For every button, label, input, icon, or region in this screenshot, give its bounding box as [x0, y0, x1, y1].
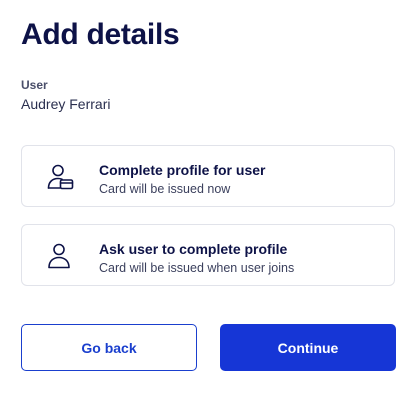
user-card-icon [47, 164, 74, 190]
option-title: Complete profile for user [99, 162, 266, 178]
user-name: Audrey Ferrari [21, 96, 111, 112]
user-icon [48, 243, 70, 269]
option-title: Ask user to complete profile [99, 241, 288, 257]
go-back-button[interactable]: Go back [21, 324, 197, 371]
user-label: User [21, 78, 48, 92]
option-ask-user[interactable]: Ask user to complete profile Card will b… [21, 224, 395, 286]
option-description: Card will be issued now [99, 182, 231, 196]
option-description: Card will be issued when user joins [99, 261, 295, 275]
page-title: Add details [21, 18, 180, 51]
option-complete-profile[interactable]: Complete profile for user Card will be i… [21, 145, 395, 207]
continue-button[interactable]: Continue [220, 324, 396, 371]
